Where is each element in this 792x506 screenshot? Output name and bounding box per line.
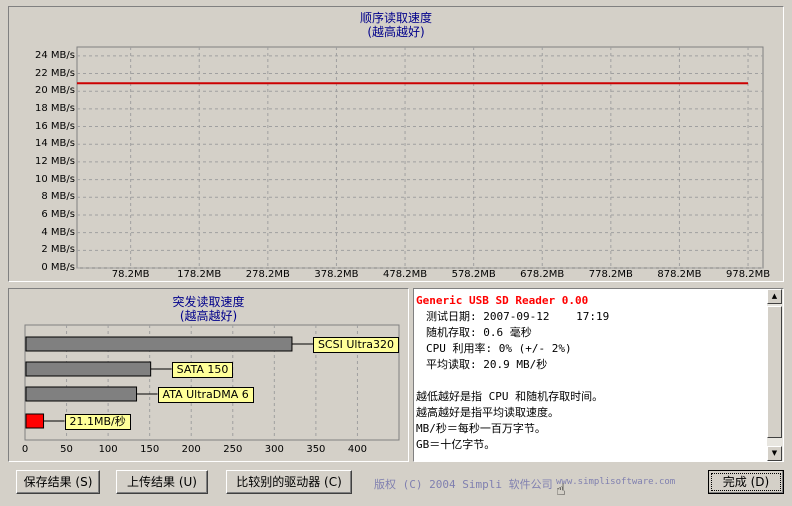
- seq-x-tick-label: 678.2MB: [520, 269, 565, 280]
- seq-x-tick-label: 978.2MB: [725, 269, 771, 280]
- burst-bar-label: ATA UltraDMA 6: [157, 387, 254, 403]
- random-access-value: 0.6 毫秒: [483, 326, 532, 339]
- avg-read-label: 平均读取:: [426, 358, 477, 371]
- test-date-label: 测试日期:: [426, 310, 477, 323]
- seq-y-axis: 24 MB/s 22 MB/s 20 MB/s 18 MB/s 16 MB/s 14 MB…: [9, 42, 75, 272]
- seq-chart-panel: 顺序读取速度 (越高越好) 24 MB/s 22 MB/s 20 MB/s 18 MB…: [8, 6, 784, 282]
- save-results-button[interactable]: 保存结果 (S): [16, 470, 100, 494]
- note-higher-better: 越高越好是指平均读取速度。: [416, 406, 559, 419]
- seq-plot-area: [76, 46, 764, 269]
- seq-chart-title: 顺序读取速度: [359, 11, 432, 25]
- scroll-up-icon[interactable]: ▲: [767, 289, 782, 304]
- seq-y-tick-label: 14 MB/s: [35, 138, 75, 150]
- burst-bar-label: SCSI Ultra320: [312, 337, 400, 353]
- seq-y-tick-label: 20 MB/s: [35, 85, 75, 97]
- seq-y-tick-label: 8 MB/s: [41, 191, 75, 203]
- info-text: Generic USB SD Reader 0.00 测试日期: 2007-09…: [416, 293, 766, 453]
- seq-x-tick-label: 778.2MB: [588, 269, 633, 280]
- info-panel: Generic USB SD Reader 0.00 测试日期: 2007-09…: [413, 288, 784, 462]
- seq-y-tick-label: 24 MB/s: [35, 49, 75, 61]
- avg-read-row: 平均读取: 20.9 MB/秒: [416, 357, 766, 373]
- seq-x-axis: 78.2MB 178.2MB 278.2MB 378.2MB 478.2MB 578.2M…: [77, 270, 777, 282]
- copyright-text: 版权 (C) 2004 Simpli 软件公司: [374, 478, 553, 491]
- cpu-row: CPU 利用率: 0% (+/- 2%): [416, 341, 766, 357]
- seq-y-tick-label: 18 MB/s: [35, 102, 75, 114]
- note-lower-better: 越低越好是指 CPU 和随机存取时间。: [416, 390, 604, 403]
- burst-x-axis: 0 50 100 150 200 250 300 350 400: [22, 444, 405, 457]
- hand-cursor-icon: ☝: [556, 480, 566, 499]
- seq-plot-border: [76, 46, 764, 269]
- seq-y-tick-label: 10 MB/s: [35, 173, 75, 185]
- scroll-down-icon[interactable]: ▼: [767, 446, 782, 461]
- seq-y-tick-label: 16 MB/s: [35, 120, 75, 132]
- seq-x-tick-label: 478.2MB: [382, 269, 428, 280]
- done-button[interactable]: 完成 (D): [708, 470, 784, 494]
- device-name: Generic USB SD Reader 0.00: [416, 294, 589, 307]
- scroll-thumb[interactable]: [767, 306, 782, 438]
- burst-chart-panel: 突发读取速度 (越高越好) SCSI Ultra320 SATA 150 ATA U…: [8, 288, 409, 462]
- cpu-value: 0% (+/- 2%): [498, 342, 572, 355]
- upload-results-button[interactable]: 上传结果 (U): [116, 470, 208, 494]
- seq-y-tick-label: 0 MB/s: [41, 262, 75, 273]
- note-gb: GB＝十亿字节。: [416, 438, 496, 451]
- info-scrollbar[interactable]: ▲ ▼: [767, 289, 783, 461]
- test-time-value: 17:19: [576, 310, 610, 323]
- cpu-label: CPU 利用率:: [426, 342, 493, 355]
- seq-x-tick-label: 378.2MB: [314, 269, 359, 280]
- burst-x-tick-label: 400: [347, 444, 367, 455]
- burst-bar-label: 21.1MB/秒: [64, 414, 131, 430]
- note-mbps: MB/秒＝每秒一百万字节。: [416, 422, 546, 435]
- random-access-label: 随机存取:: [426, 326, 477, 339]
- website-link[interactable]: www.simplisoftware.com: [556, 477, 675, 487]
- test-date-value: 2007-09-12: [483, 310, 550, 323]
- done-button-label: 完成 (D): [711, 473, 781, 491]
- burst-chart-title: 突发读取速度: [172, 295, 245, 309]
- seq-y-tick-label: 12 MB/s: [35, 155, 75, 167]
- burst-bar-labels: SCSI Ultra320 SATA 150 ATA UltraDMA 6 21.1M…: [25, 325, 400, 440]
- seq-chart-subtitle: (越高越好): [367, 25, 425, 39]
- seq-y-tick-label: 6 MB/s: [41, 208, 75, 220]
- seq-y-tick-label: 22 MB/s: [35, 67, 75, 79]
- seq-x-tick-label: 878.2MB: [657, 269, 702, 280]
- seq-x-tick-label: 78.2MB: [111, 269, 150, 280]
- compare-drive-button[interactable]: 比较别的驱动器 (C): [226, 470, 352, 494]
- seq-y-tick-label: 2 MB/s: [41, 244, 75, 256]
- burst-chart-subtitle: (越高越好): [179, 309, 238, 323]
- seq-x-tick-label: 178.2MB: [177, 269, 222, 280]
- random-access-row: 随机存取: 0.6 毫秒: [416, 325, 766, 341]
- test-date-row: 测试日期: 2007-09-12 17:19: [416, 309, 766, 325]
- seq-y-tick-label: 4 MB/s: [41, 226, 75, 238]
- seq-x-tick-label: 578.2MB: [451, 269, 496, 280]
- avg-read-value: 20.9 MB/秒: [483, 358, 548, 371]
- seq-x-tick-label: 278.2MB: [245, 269, 290, 280]
- burst-bar-label: SATA 150: [171, 362, 234, 378]
